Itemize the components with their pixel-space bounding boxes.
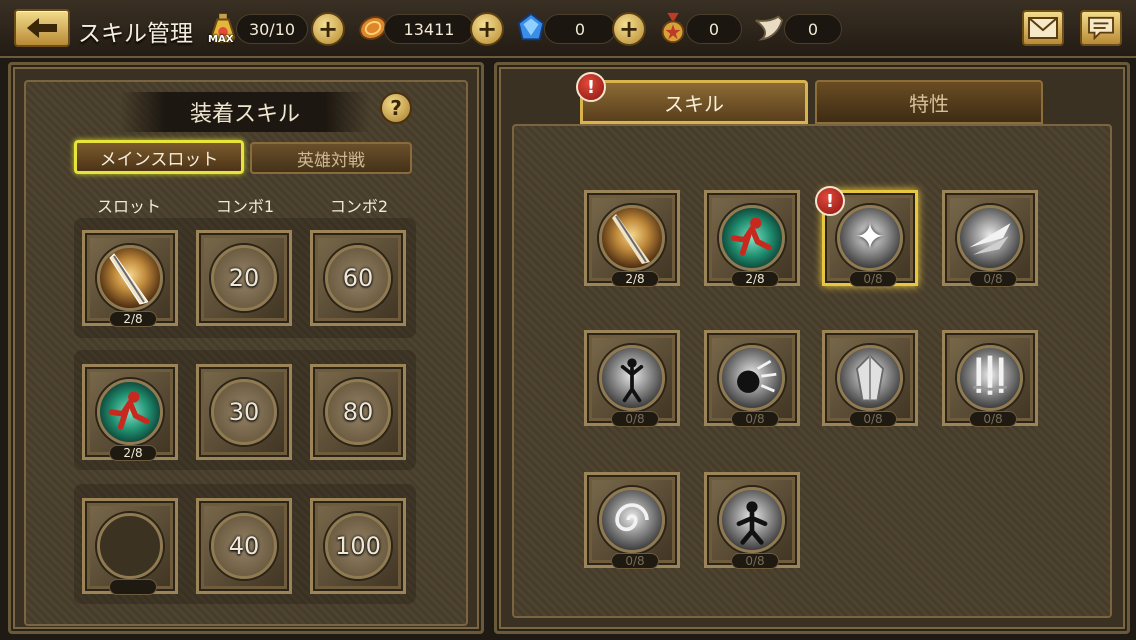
unlock-level: 20 bbox=[228, 264, 260, 292]
skill-level: 0/8 bbox=[611, 411, 659, 427]
whirlwind-skill-icon bbox=[599, 487, 665, 553]
skill-power-aura[interactable]: 0/8 bbox=[704, 472, 800, 569]
skill-level: 0/8 bbox=[731, 553, 779, 569]
power-aura-skill-icon bbox=[719, 487, 785, 553]
unlock-level: 40 bbox=[228, 532, 260, 560]
new-skill-alert-icon: ! bbox=[815, 186, 845, 216]
equipped-skill-title-bar: 装着スキル bbox=[120, 92, 370, 132]
equipped-skill-title: 装着スキル bbox=[189, 102, 300, 127]
unlock-level: 100 bbox=[335, 532, 381, 560]
locked-slot-disc: 100 bbox=[325, 513, 391, 579]
green-dash-skill-icon bbox=[719, 205, 785, 271]
add-gem-button[interactable]: + bbox=[612, 12, 646, 46]
crystal-shield-skill-icon bbox=[837, 345, 903, 411]
back-arrow-icon bbox=[27, 18, 57, 38]
skill-level: 2/8 bbox=[731, 271, 779, 287]
skill-level: 0/8 bbox=[849, 411, 897, 427]
locked-slot-disc: 30 bbox=[211, 379, 277, 445]
column-header-slot: スロット bbox=[96, 197, 161, 216]
top-bar: スキル管理 MAX 30/10 + 13411 + 0 + 0 0 bbox=[0, 0, 1136, 58]
mail-icon bbox=[1028, 17, 1058, 39]
chat-button[interactable] bbox=[1080, 10, 1122, 46]
skill-level: 0/8 bbox=[969, 411, 1017, 427]
horn-icon bbox=[750, 9, 788, 47]
stamina-value: 30/10 bbox=[236, 14, 308, 44]
locked-slot-disc: 80 bbox=[325, 379, 391, 445]
add-gold-button[interactable]: + bbox=[470, 12, 504, 46]
help-button[interactable]: ? bbox=[380, 92, 412, 124]
combo1-locked-slot[interactable]: 20 bbox=[196, 230, 292, 326]
mail-button[interactable] bbox=[1022, 10, 1064, 46]
skill-level: 2/8 bbox=[109, 445, 157, 461]
skill-level: 2/8 bbox=[109, 311, 157, 327]
skill-level bbox=[109, 579, 157, 595]
gold-value: 13411 bbox=[384, 14, 474, 44]
skill-sword-thrust[interactable]: 2/8 bbox=[584, 190, 680, 287]
help-icon: ? bbox=[390, 96, 402, 120]
tab-trait[interactable]: 特性 bbox=[815, 80, 1043, 124]
combo2-locked-slot[interactable]: 100 bbox=[310, 498, 406, 594]
unlock-level: 60 bbox=[342, 264, 374, 292]
locked-slot-disc: 40 bbox=[211, 513, 277, 579]
unlock-level: 30 bbox=[228, 398, 260, 426]
back-button[interactable] bbox=[14, 9, 70, 47]
sword-thrust-skill-icon bbox=[97, 245, 163, 311]
plus-icon: + bbox=[476, 15, 498, 43]
tab-hero-battle[interactable]: 英雄対戦 bbox=[250, 142, 412, 174]
combo2-locked-slot[interactable]: 80 bbox=[310, 364, 406, 460]
tab-main-slot[interactable]: メインスロット bbox=[74, 140, 244, 174]
skill-triple-blades[interactable]: 0/8 bbox=[942, 330, 1038, 427]
skill-level: 0/8 bbox=[849, 271, 897, 287]
unlock-level: 80 bbox=[342, 398, 374, 426]
combo2-locked-slot[interactable]: 60 bbox=[310, 230, 406, 326]
column-header-combo1: コンボ1 bbox=[215, 197, 275, 216]
plus-icon: + bbox=[317, 15, 339, 43]
skill-level: 0/8 bbox=[969, 271, 1017, 287]
equipped-slot-3-empty[interactable] bbox=[82, 498, 178, 595]
equipped-slot-2[interactable]: 2/8 bbox=[82, 364, 178, 461]
empty-slot-disc bbox=[97, 513, 163, 579]
skill-green-dash[interactable]: 2/8 bbox=[704, 190, 800, 287]
combo1-locked-slot[interactable]: 30 bbox=[196, 364, 292, 460]
combo1-locked-slot[interactable]: 40 bbox=[196, 498, 292, 594]
gem-value: 0 bbox=[544, 14, 616, 44]
medal-value: 0 bbox=[686, 14, 742, 44]
skill-slash-wave[interactable]: 0/8 bbox=[942, 190, 1038, 287]
sword-thrust-skill-icon bbox=[599, 205, 665, 271]
spirit-rise-skill-icon bbox=[599, 345, 665, 411]
skill-impact-strike[interactable]: 0/8 bbox=[704, 330, 800, 427]
stamina-max-tag: MAX bbox=[208, 34, 234, 45]
green-dash-skill-icon bbox=[97, 379, 163, 445]
equipped-slot-1[interactable]: 2/8 bbox=[82, 230, 178, 327]
page-title: スキル管理 bbox=[78, 21, 193, 47]
slash-wave-skill-icon bbox=[957, 205, 1023, 271]
skill-crystal-shield[interactable]: 0/8 bbox=[822, 330, 918, 427]
skill-level: 0/8 bbox=[731, 411, 779, 427]
skill-whirlwind[interactable]: 0/8 bbox=[584, 472, 680, 569]
triple-blades-skill-icon bbox=[957, 345, 1023, 411]
horn-value: 0 bbox=[784, 14, 842, 44]
skill-level: 0/8 bbox=[611, 553, 659, 569]
skill-level: 2/8 bbox=[611, 271, 659, 287]
column-header-combo2: コンボ2 bbox=[329, 197, 389, 216]
shuriken-burst-skill-icon: ✦ bbox=[837, 205, 903, 271]
tab-skill[interactable]: スキル bbox=[580, 80, 808, 124]
locked-slot-disc: 20 bbox=[211, 245, 277, 311]
plus-icon: + bbox=[618, 15, 640, 43]
locked-slot-disc: 60 bbox=[325, 245, 391, 311]
skill-tab-alert-icon: ! bbox=[576, 72, 606, 102]
skill-spirit-rise[interactable]: 0/8 bbox=[584, 330, 680, 427]
impact-strike-skill-icon bbox=[719, 345, 785, 411]
add-stamina-button[interactable]: + bbox=[311, 12, 345, 46]
chat-icon bbox=[1088, 16, 1114, 40]
